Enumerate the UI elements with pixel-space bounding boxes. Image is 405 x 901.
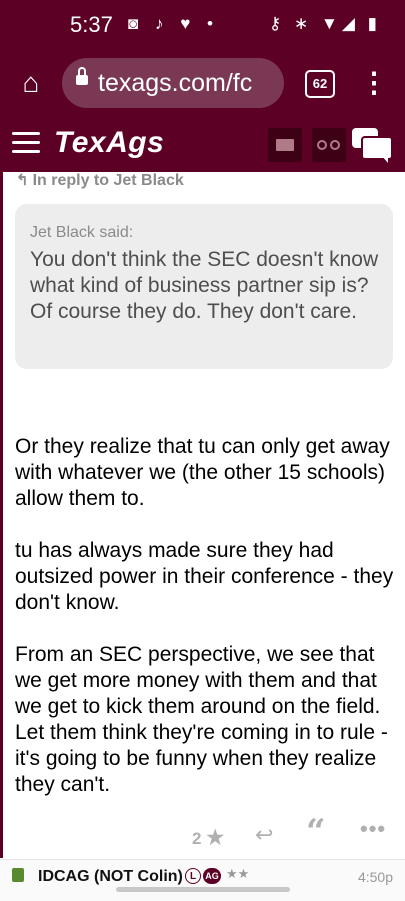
- quote-author: Jet Black said:: [30, 224, 134, 241]
- site-logo[interactable]: TexAgs: [54, 126, 164, 160]
- post-paragraph: From an SEC perspective, we see that we …: [15, 643, 388, 796]
- reply-to-text: In reply to Jet Black: [32, 172, 184, 189]
- lock-icon: [76, 67, 88, 85]
- status-bar: 5:37 ◙ ♪ ♥ • ⚷ ∗ ▼◢ ▮: [0, 0, 405, 50]
- watch-button[interactable]: [312, 128, 346, 162]
- star-count: 2: [192, 829, 202, 848]
- username[interactable]: IDCAG (NOT Colin): [38, 868, 183, 886]
- post-paragraph: Or they realize that tu can only get awa…: [15, 435, 390, 510]
- url-text: texags.com/fc: [98, 69, 253, 97]
- post-timestamp: 4:50p: [357, 869, 393, 885]
- quote-icon[interactable]: “: [306, 812, 326, 852]
- reply-arrow-icon: ↰: [16, 172, 29, 189]
- post-actions: 2 ★ ↩ “ •••: [0, 812, 405, 852]
- tab-switcher-button[interactable]: 62: [305, 70, 335, 98]
- home-icon[interactable]: ⌂: [14, 66, 48, 100]
- post-accent-line: [0, 172, 3, 858]
- site-header: TexAgs: [0, 116, 405, 172]
- user-badge-l: L: [185, 868, 201, 884]
- post-body: Or they realize that tu can only get awa…: [15, 434, 400, 824]
- hamburger-menu-icon[interactable]: [12, 132, 40, 154]
- post-paragraph: tu has always made sure they had outsize…: [15, 539, 394, 614]
- quote-block: Jet Black said: You don't think the SEC …: [15, 204, 393, 369]
- overflow-menu-icon[interactable]: ⋮: [360, 64, 388, 104]
- notification-icons: ◙ ♪ ♥ •: [128, 14, 219, 33]
- more-options-icon[interactable]: •••: [360, 816, 386, 842]
- user-avatar: [12, 868, 24, 882]
- star-icon: ★: [206, 827, 225, 849]
- messages-button[interactable]: [268, 128, 302, 162]
- binoculars-icon: [317, 140, 341, 152]
- star-button[interactable]: 2 ★: [192, 825, 224, 850]
- user-badge-ag: AG: [203, 868, 221, 884]
- gesture-bar[interactable]: [116, 887, 290, 892]
- browser-toolbar: ⌂ texags.com/fc 62 ⋮: [0, 50, 405, 116]
- reply-to-link[interactable]: ↰ In reply to Jet Black: [16, 171, 184, 190]
- status-time: 5:37: [70, 12, 113, 37]
- next-post-header: IDCAG (NOT Colin) L AG ★★ 4:50p: [0, 859, 405, 901]
- reply-icon[interactable]: ↩: [255, 822, 273, 848]
- address-bar[interactable]: texags.com/fc: [62, 58, 284, 108]
- system-icons: ⚷ ∗ ▼◢ ▮: [268, 14, 381, 33]
- rank-stars: ★★: [226, 866, 250, 881]
- quote-text: You don't think the SEC doesn't know wha…: [30, 248, 379, 323]
- chat-icon[interactable]: [352, 128, 393, 164]
- mail-icon: [276, 139, 294, 151]
